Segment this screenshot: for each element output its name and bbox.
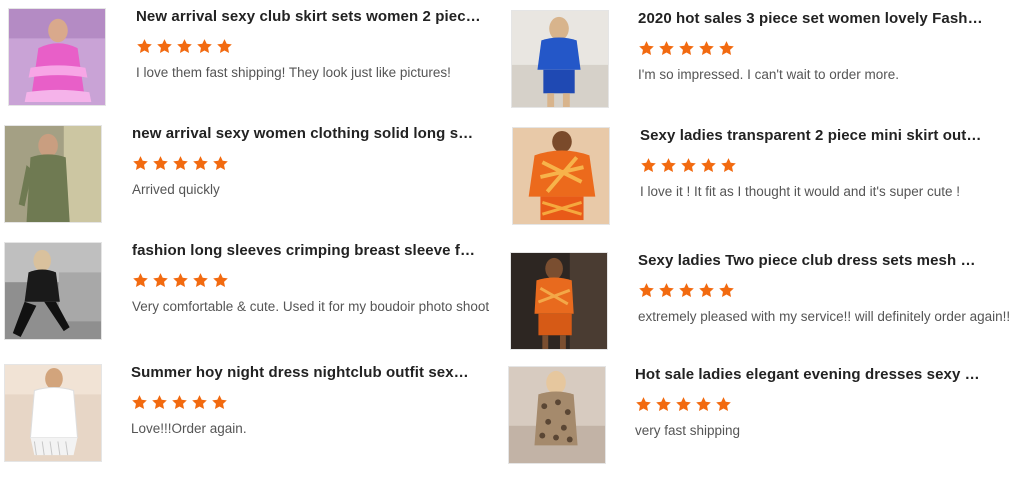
product-photo[interactable] bbox=[8, 8, 106, 106]
star-icon bbox=[213, 273, 228, 287]
product-title[interactable]: Summer hoy night dress nightclub outfit … bbox=[131, 364, 476, 381]
star-icon bbox=[217, 39, 232, 53]
star-icon bbox=[681, 158, 696, 172]
star-icon bbox=[639, 283, 654, 297]
product-title[interactable]: fashion long sleeves crimping breast sle… bbox=[132, 242, 477, 259]
review-item: new arrival sexy women clothing solid lo… bbox=[4, 125, 504, 235]
review-item: 2020 hot sales 3 piece set women lovely … bbox=[511, 10, 1021, 120]
review-comment: very fast shipping bbox=[635, 423, 741, 438]
star-icon bbox=[701, 158, 716, 172]
star-icon bbox=[177, 39, 192, 53]
star-icon bbox=[137, 39, 152, 53]
star-icon bbox=[172, 395, 187, 409]
star-icon bbox=[212, 395, 227, 409]
star-icon bbox=[716, 397, 731, 411]
rating-stars bbox=[132, 155, 229, 172]
star-icon bbox=[719, 283, 734, 297]
star-icon bbox=[639, 41, 654, 55]
star-icon bbox=[197, 39, 212, 53]
star-icon bbox=[152, 395, 167, 409]
star-icon bbox=[679, 41, 694, 55]
product-photo[interactable] bbox=[510, 252, 608, 350]
star-icon bbox=[699, 283, 714, 297]
rating-stars bbox=[136, 38, 233, 55]
product-title[interactable]: 2020 hot sales 3 piece set women lovely … bbox=[638, 10, 983, 27]
product-photo[interactable] bbox=[4, 364, 102, 462]
product-title[interactable]: Sexy ladies Two piece club dress sets me… bbox=[638, 252, 983, 269]
star-icon bbox=[661, 158, 676, 172]
rating-stars bbox=[640, 157, 737, 174]
star-icon bbox=[659, 41, 674, 55]
star-icon bbox=[636, 397, 651, 411]
product-photo[interactable] bbox=[4, 125, 102, 223]
star-icon bbox=[213, 156, 228, 170]
star-icon bbox=[133, 156, 148, 170]
star-icon bbox=[679, 283, 694, 297]
rating-stars bbox=[635, 396, 732, 413]
star-icon bbox=[659, 283, 674, 297]
review-comment: I love it ! It fit as I thought it would… bbox=[640, 184, 960, 199]
product-photo[interactable] bbox=[511, 10, 609, 108]
star-icon bbox=[192, 395, 207, 409]
review-comment: Very comfortable & cute. Used it for my … bbox=[132, 299, 490, 314]
product-title[interactable]: new arrival sexy women clothing solid lo… bbox=[132, 125, 477, 142]
star-icon bbox=[133, 273, 148, 287]
review-item: Hot sale ladies elegant evening dresses … bbox=[508, 366, 1020, 476]
review-item: Sexy ladies Two piece club dress sets me… bbox=[510, 252, 1022, 362]
product-photo[interactable] bbox=[4, 242, 102, 340]
product-title[interactable]: New arrival sexy club skirt sets women 2… bbox=[136, 8, 481, 25]
review-comment: extremely pleased with my service!! will… bbox=[638, 309, 1011, 324]
star-icon bbox=[193, 156, 208, 170]
star-icon bbox=[721, 158, 736, 172]
star-icon bbox=[699, 41, 714, 55]
review-comment: I'm so impressed. I can't wait to order … bbox=[638, 67, 899, 82]
rating-stars bbox=[638, 282, 735, 299]
star-icon bbox=[696, 397, 711, 411]
star-icon bbox=[193, 273, 208, 287]
review-comment: Arrived quickly bbox=[132, 182, 220, 197]
star-icon bbox=[676, 397, 691, 411]
review-item: fashion long sleeves crimping breast sle… bbox=[4, 242, 504, 352]
star-icon bbox=[132, 395, 147, 409]
rating-stars bbox=[638, 40, 735, 57]
rating-stars bbox=[131, 394, 228, 411]
star-icon bbox=[641, 158, 656, 172]
star-icon bbox=[656, 397, 671, 411]
review-comment: I love them fast shipping! They look jus… bbox=[136, 65, 451, 80]
review-item: Sexy ladies transparent 2 piece mini ski… bbox=[512, 127, 1022, 237]
review-item: Summer hoy night dress nightclub outfit … bbox=[4, 364, 504, 474]
star-icon bbox=[173, 156, 188, 170]
review-item: New arrival sexy club skirt sets women 2… bbox=[8, 8, 508, 118]
product-title[interactable]: Hot sale ladies elegant evening dresses … bbox=[635, 366, 980, 383]
star-icon bbox=[153, 273, 168, 287]
star-icon bbox=[157, 39, 172, 53]
review-comment: Love!!!Order again. bbox=[131, 421, 247, 436]
star-icon bbox=[153, 156, 168, 170]
star-icon bbox=[719, 41, 734, 55]
product-photo[interactable] bbox=[512, 127, 610, 225]
product-title[interactable]: Sexy ladies transparent 2 piece mini ski… bbox=[640, 127, 985, 144]
product-photo[interactable] bbox=[508, 366, 606, 464]
rating-stars bbox=[132, 272, 229, 289]
star-icon bbox=[173, 273, 188, 287]
